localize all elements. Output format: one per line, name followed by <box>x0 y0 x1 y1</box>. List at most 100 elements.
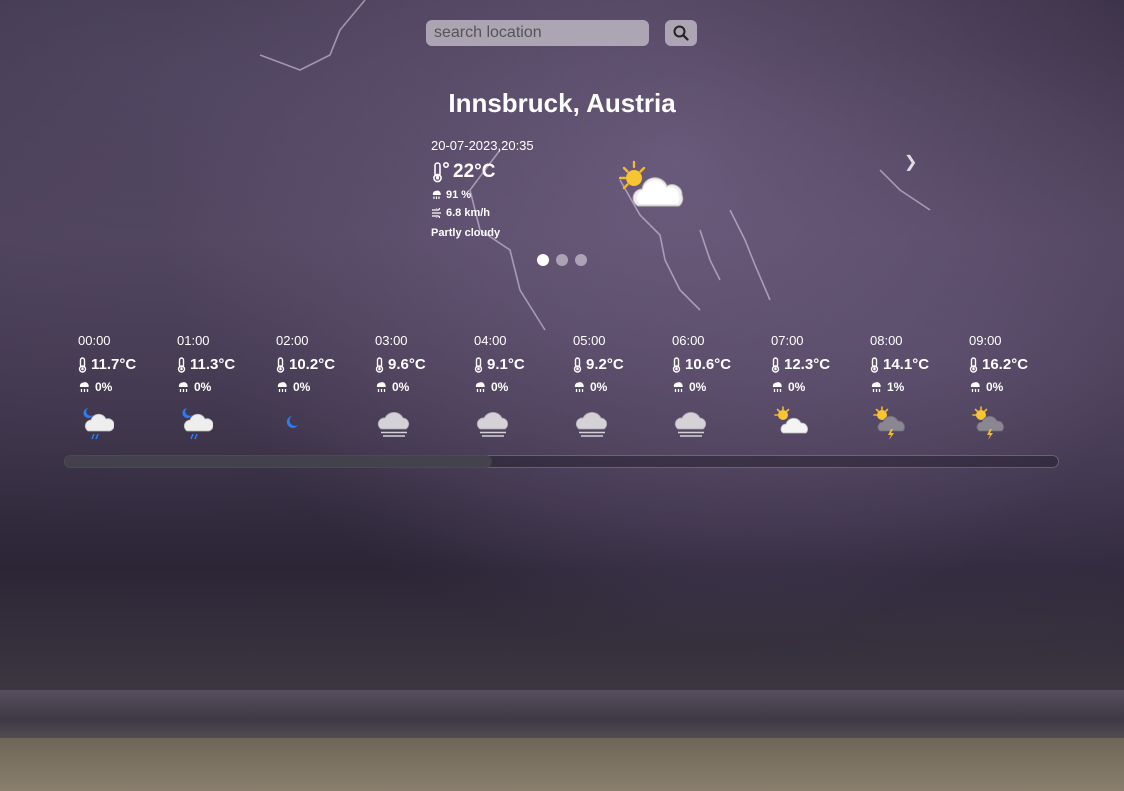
carousel-next-button[interactable]: ❯ <box>904 152 917 172</box>
rain-icon <box>772 382 782 392</box>
hourly-precipitation-row: 0% <box>375 380 456 394</box>
hourly-time: 03:00 <box>375 333 408 348</box>
hourly-scrollbar[interactable] <box>64 455 1059 468</box>
search-bar <box>426 20 697 46</box>
hourly-temperature: 9.2°C <box>586 356 624 373</box>
hourly-precipitation-row: 0% <box>78 380 159 394</box>
hourly-icon <box>674 405 708 443</box>
hourly-time: 08:00 <box>870 333 903 348</box>
carousel-dots <box>537 254 587 266</box>
fog-cloud-icon <box>674 412 707 437</box>
hourly-precipitation: 0% <box>194 380 212 394</box>
current-wind-row: 6.8 km/h <box>431 207 534 219</box>
hourly-temperature: 12.3°C <box>784 356 831 373</box>
rain-icon <box>79 382 89 392</box>
hourly-time: 06:00 <box>672 333 705 348</box>
hourly-precipitation: 0% <box>986 380 1004 394</box>
hourly-precipitation: 0% <box>392 380 410 394</box>
hourly-item: 01:00 11.3°C 0% <box>163 333 258 440</box>
hourly-time: 07:00 <box>771 333 804 348</box>
hourly-precipitation: 1% <box>887 380 905 394</box>
thermometer-icon <box>672 356 681 373</box>
hourly-temperature-row: 10.2°C <box>276 356 357 373</box>
hourly-temperature-row: 9.6°C <box>375 356 456 373</box>
hourly-item: 10:0018.0°C0% <box>1054 333 1061 394</box>
night-rain-icon <box>182 408 214 440</box>
thermometer-icon <box>771 356 780 373</box>
search-icon <box>673 25 689 41</box>
hourly-forecast[interactable]: 00:00 11.7°C 0% 01:00 11.3°C 0% 02:00 10.2°C 0% 0… <box>64 333 1061 443</box>
rain-icon <box>178 382 188 392</box>
hourly-temperature: 10.2°C <box>289 356 336 373</box>
hourly-time: 02:00 <box>276 333 309 348</box>
hourly-icon <box>377 405 411 443</box>
hourly-item: 09:00 16.2°C 0% <box>955 333 1050 440</box>
rain-icon <box>970 382 980 392</box>
thermometer-icon <box>474 356 483 373</box>
hourly-time: 00:00 <box>78 333 111 348</box>
hourly-icon <box>575 405 609 443</box>
carousel-dot[interactable] <box>537 254 549 266</box>
hourly-temperature: 11.3°C <box>190 356 236 373</box>
hourly-temperature: 9.1°C <box>487 356 525 373</box>
carousel-dot[interactable] <box>575 254 587 266</box>
thermometer-icon <box>276 356 285 373</box>
hourly-item: 04:00 9.1°C 0% <box>460 333 555 437</box>
hourly-temperature-row: 14.1°C <box>870 356 951 373</box>
hourly-precipitation-row: 1% <box>870 380 951 394</box>
carousel-dot[interactable] <box>556 254 568 266</box>
current-temperature-row: 22°C <box>431 161 534 183</box>
hourly-icon <box>179 405 214 443</box>
hourly-item: 00:00 11.7°C 0% <box>64 333 159 440</box>
hourly-icon <box>773 405 809 443</box>
hourly-precipitation: 0% <box>95 380 113 394</box>
rain-icon <box>673 382 683 392</box>
thermometer-icon <box>177 356 186 373</box>
fog-cloud-icon <box>575 412 608 437</box>
hourly-icon <box>971 405 1007 443</box>
hourly-precipitation-row: 0% <box>969 380 1050 394</box>
hourly-precipitation-row: 0% <box>177 380 258 394</box>
rain-icon <box>475 382 485 392</box>
scrollbar-thumb[interactable] <box>64 455 492 468</box>
rain-icon <box>376 382 386 392</box>
partly-cloudy-day-icon <box>774 406 808 434</box>
location-title: Innsbruck, Austria <box>448 88 676 118</box>
fog-cloud-icon <box>476 412 509 437</box>
current-temperature: 22°C <box>453 161 496 182</box>
hourly-item: 08:00 14.1°C 1% <box>856 333 951 440</box>
hourly-temperature: 14.1°C <box>883 356 930 373</box>
search-input[interactable] <box>426 20 649 46</box>
hourly-precipitation-row: 0% <box>771 380 852 394</box>
hourly-precipitation: 0% <box>491 380 509 394</box>
hourly-temperature-row: 10.6°C <box>672 356 753 373</box>
rain-icon <box>871 382 881 392</box>
hourly-icon <box>80 405 115 443</box>
hourly-item: 07:00 12.3°C 0% <box>757 333 852 434</box>
partly-cloudy-day-icon <box>618 160 684 207</box>
hourly-precipitation: 0% <box>689 380 707 394</box>
moon-icon <box>286 416 298 428</box>
search-button[interactable] <box>665 20 697 46</box>
thermometer-icon <box>870 356 879 373</box>
current-weather: 20-07-2023,20:35 22°C 91 % 6.8 km/h Part… <box>431 138 534 239</box>
wind-icon <box>432 208 441 218</box>
thermometer-icon <box>969 356 978 373</box>
night-rain-icon <box>83 408 115 440</box>
hourly-icon <box>278 405 312 443</box>
hourly-temperature-row: 11.3°C <box>177 356 258 373</box>
rain-icon <box>277 382 287 392</box>
hourly-time: 01:00 <box>177 333 210 348</box>
thermometer-icon <box>375 356 384 373</box>
hourly-icon <box>476 405 510 443</box>
hourly-temperature-row: 9.2°C <box>573 356 654 373</box>
thunder-sun-icon <box>873 406 905 440</box>
hourly-precipitation-row: 0% <box>573 380 654 394</box>
fog-cloud-icon <box>377 412 410 437</box>
hourly-icon <box>872 405 908 443</box>
current-precipitation-row: 91 % <box>431 189 534 201</box>
hourly-temperature: 10.6°C <box>685 356 732 373</box>
current-condition: Partly cloudy <box>431 227 501 239</box>
hourly-temperature-row: 11.7°C <box>78 356 159 373</box>
current-precipitation: 91 % <box>446 189 472 201</box>
